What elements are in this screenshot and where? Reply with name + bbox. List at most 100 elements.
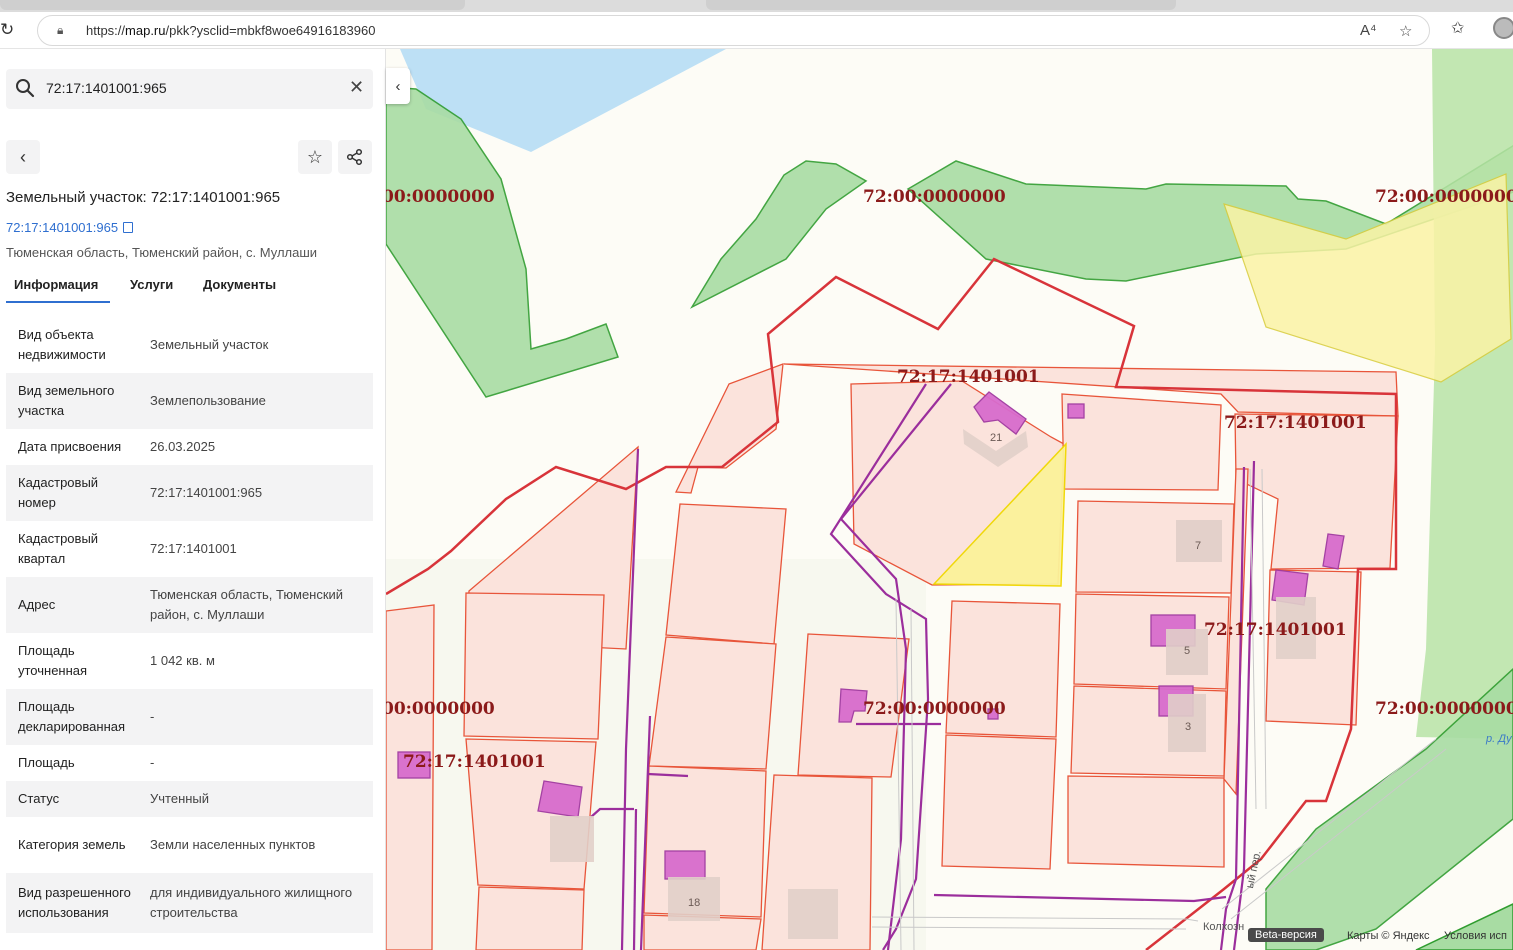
profile-avatar[interactable]: [1493, 17, 1513, 39]
browser-tab-strip: [0, 0, 1513, 12]
active-tab-indicator: [6, 301, 110, 303]
map-copyright[interactable]: Карты © Яндекс: [1347, 930, 1430, 942]
attribute-value: 26.03.2025: [150, 439, 216, 454]
cadastral-label: 72:17:1401001: [1204, 620, 1347, 640]
attribute-value: Земельный участок: [150, 337, 269, 352]
street-label: Колхозн: [1203, 921, 1245, 933]
favorites-icon[interactable]: ✩: [1451, 18, 1464, 38]
search-box[interactable]: 72:17:1401001:965 ✕: [6, 69, 373, 109]
attribute-row: Вид объекта недвижимости Земельный участо…: [6, 317, 373, 373]
browser-tab[interactable]: [0, 0, 465, 10]
browser-tab[interactable]: [706, 0, 1176, 10]
attribute-key: Статус: [18, 791, 60, 806]
forest-area: [1416, 49, 1513, 739]
attribute-key: Вид разрешенного использования: [18, 885, 131, 920]
parcel: [674, 363, 784, 494]
attribute-row: Категория земель Земли населенных пунктов: [6, 817, 373, 873]
parcel: [1234, 413, 1399, 570]
tab-services[interactable]: Услуги: [130, 277, 173, 292]
star-icon: ☆: [306, 146, 324, 167]
tab-information[interactable]: Информация: [14, 277, 98, 292]
share-button[interactable]: [338, 140, 372, 174]
attribute-value: -: [150, 709, 155, 724]
address-bar[interactable]: 🔒︎ https://map.ru/pkk?ysclid=mbkf8woe649…: [37, 15, 1430, 46]
object-title: Земельный участок: 72:17:1401001:965: [6, 189, 281, 206]
attribute-row: Вид разрешенного использования для индиви…: [6, 873, 373, 933]
house-number: 18: [688, 897, 700, 909]
parcel: [665, 503, 787, 645]
attribute-value: Землепользование: [150, 393, 266, 408]
back-button[interactable]: ‹: [6, 140, 40, 174]
house-number: 3: [1185, 721, 1191, 733]
share-icon: [346, 148, 363, 166]
search-input[interactable]: 72:17:1401001:965: [46, 80, 167, 96]
tab-documents[interactable]: Документы: [203, 277, 276, 292]
cadastral-label: 72:17:1401001: [403, 752, 546, 772]
clear-search-icon[interactable]: ✕: [349, 77, 364, 98]
forest-area: [1415, 903, 1513, 950]
reload-icon[interactable]: ↻: [0, 20, 18, 40]
building: [537, 780, 583, 818]
building: [664, 850, 706, 880]
attribute-row: Площадь -: [6, 745, 373, 781]
attribute-value: Учтенный: [150, 791, 210, 806]
attribute-key: Площадь: [18, 755, 75, 770]
attributes-table: Вид объекта недвижимости Земельный участо…: [6, 317, 373, 933]
cadastral-label: 00:0000000: [386, 187, 495, 207]
house-number: 21: [990, 432, 1002, 444]
attribute-value: 1 042 кв. м: [150, 653, 215, 668]
parcel: [648, 636, 777, 770]
browser-toolbar: ↻ 🔒︎ https://map.ru/pkk?ysclid=mbkf8woe6…: [0, 12, 1513, 49]
attribute-key: Кадастровый квартал: [18, 531, 99, 566]
attribute-row: Площадь уточненная 1 042 кв. м: [6, 633, 373, 689]
cadastral-map[interactable]: 00:0000000 72:00:0000000 72:00:0000000 7…: [386, 49, 1513, 950]
building: [1067, 403, 1085, 419]
attribute-key: Вид объекта недвижимости: [18, 327, 106, 362]
attribute-key: Кадастровый номер: [18, 475, 99, 510]
attribute-value: -: [150, 755, 155, 770]
object-address: Тюменская область, Тюменский район, с. М…: [6, 245, 318, 260]
attribute-value: 72:17:1401001:965: [150, 485, 263, 500]
attribute-row: Вид земельного участка Землепользование: [6, 373, 373, 429]
parcel: [941, 734, 1057, 870]
attribute-value: Тюменская область, Тюменский район, с. М…: [150, 587, 344, 622]
map-view[interactable]: 00:0000000 72:00:0000000 72:00:0000000 7…: [386, 49, 1513, 950]
cadastral-label: 72:00:0000000: [863, 699, 1006, 719]
attribute-key: Дата присвоения: [18, 439, 122, 454]
attribute-key: Площадь уточненная: [18, 643, 88, 678]
cadastral-label: 72:00:0000000: [863, 187, 1006, 207]
favorite-button[interactable]: ☆: [298, 140, 332, 174]
house: [788, 889, 838, 939]
attribute-key: Категория земель: [18, 837, 126, 852]
house-number: 5: [1184, 645, 1190, 657]
info-panel: 72:17:1401001:965 ✕ ‹ ☆ Земельный участо…: [0, 49, 386, 950]
beta-badge[interactable]: Beta-версия: [1248, 928, 1324, 942]
cadastral-label: 00:0000000: [386, 699, 495, 719]
favorite-star-icon[interactable]: ☆: [1399, 22, 1412, 40]
url-prefix: https://: [86, 23, 126, 38]
site-info-icon[interactable]: 🔒︎: [57, 23, 71, 38]
attribute-key: Адрес: [18, 597, 56, 612]
parcel: [1061, 393, 1222, 491]
cadastral-label: 72:00:0000000: [1375, 187, 1513, 207]
read-aloud-icon[interactable]: A⁴: [1360, 22, 1376, 39]
attribute-row: Кадастровый квартал 72:17:1401001: [6, 521, 373, 577]
collapse-panel-button[interactable]: ‹: [386, 68, 410, 104]
url-host: map.ru: [125, 23, 166, 38]
copy-icon[interactable]: [123, 222, 134, 233]
attribute-value: Земли населенных пунктов: [150, 837, 316, 852]
attribute-key: Вид земельного участка: [18, 383, 115, 418]
attribute-row: Адрес Тюменская область, Тюменский район,…: [6, 577, 373, 633]
attribute-row: Статус Учтенный: [6, 781, 373, 817]
utility-line: [933, 893, 1227, 903]
attribute-row: Дата присвоения 26.03.2025: [6, 429, 373, 465]
cadastral-number-link[interactable]: 72:17:1401001:965: [6, 220, 134, 235]
url-text[interactable]: https://map.ru/pkk?ysclid=mbkf8woe649161…: [86, 23, 375, 38]
terms-link[interactable]: Условия исп: [1444, 930, 1507, 942]
attribute-row: Площадь декларированная -: [6, 689, 373, 745]
river-label: р. Ду: [1486, 733, 1512, 745]
cadastral-label: 72:17:1401001: [897, 367, 1040, 387]
parcel: [1067, 775, 1225, 868]
house-number: 7: [1195, 540, 1201, 552]
house: [550, 816, 594, 862]
